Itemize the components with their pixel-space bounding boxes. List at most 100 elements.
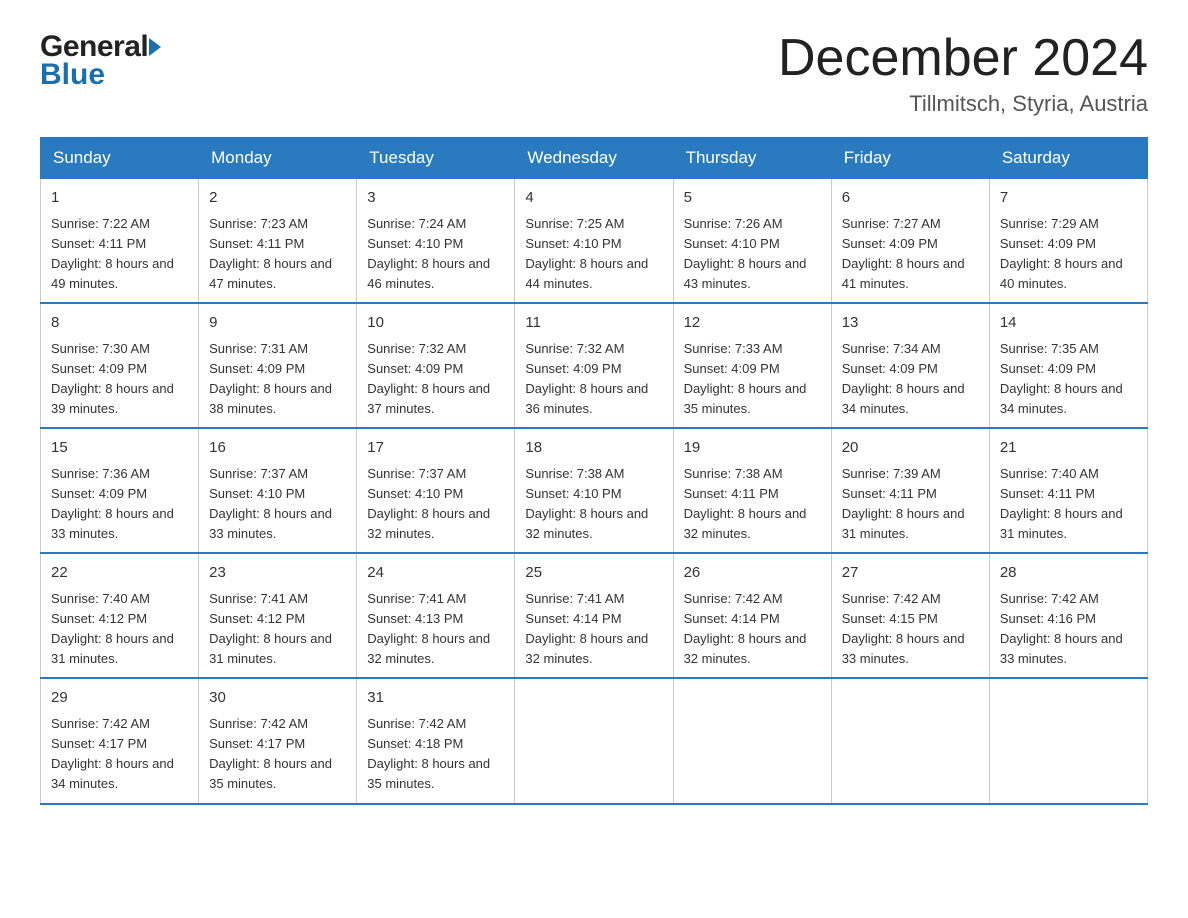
day-info: Sunrise: 7:41 AMSunset: 4:12 PMDaylight:… (209, 589, 346, 670)
day-info: Sunrise: 7:42 AMSunset: 4:14 PMDaylight:… (684, 589, 821, 670)
day-number: 6 (842, 187, 979, 210)
calendar-cell: 8 Sunrise: 7:30 AMSunset: 4:09 PMDaylight… (41, 303, 199, 428)
day-info: Sunrise: 7:24 AMSunset: 4:10 PMDaylight:… (367, 214, 504, 295)
day-info: Sunrise: 7:25 AMSunset: 4:10 PMDaylight:… (525, 214, 662, 295)
column-header-sunday: Sunday (41, 138, 199, 179)
day-number: 16 (209, 437, 346, 460)
day-info: Sunrise: 7:32 AMSunset: 4:09 PMDaylight:… (525, 339, 662, 420)
day-number: 28 (1000, 562, 1137, 585)
day-info: Sunrise: 7:23 AMSunset: 4:11 PMDaylight:… (209, 214, 346, 295)
calendar-cell: 2 Sunrise: 7:23 AMSunset: 4:11 PMDaylight… (199, 179, 357, 304)
day-number: 12 (684, 312, 821, 335)
calendar-cell: 23 Sunrise: 7:41 AMSunset: 4:12 PMDayligh… (199, 553, 357, 678)
day-info: Sunrise: 7:29 AMSunset: 4:09 PMDaylight:… (1000, 214, 1137, 295)
title-block: December 2024 Tillmitsch, Styria, Austri… (778, 30, 1148, 117)
calendar-cell: 29Sunrise: 7:42 AMSunset: 4:17 PMDayligh… (41, 678, 199, 803)
day-info: Sunrise: 7:38 AMSunset: 4:10 PMDaylight:… (525, 464, 662, 545)
day-info: Sunrise: 7:30 AMSunset: 4:09 PMDaylight:… (51, 339, 188, 420)
calendar-cell: 18 Sunrise: 7:38 AMSunset: 4:10 PMDayligh… (515, 428, 673, 553)
location-title: Tillmitsch, Styria, Austria (778, 91, 1148, 117)
calendar-cell: 12 Sunrise: 7:33 AMSunset: 4:09 PMDayligh… (673, 303, 831, 428)
calendar-cell (831, 678, 989, 803)
day-number: 9 (209, 312, 346, 335)
calendar-cell: 4 Sunrise: 7:25 AMSunset: 4:10 PMDaylight… (515, 179, 673, 304)
column-header-saturday: Saturday (989, 138, 1147, 179)
day-info: Sunrise: 7:38 AMSunset: 4:11 PMDaylight:… (684, 464, 821, 545)
day-info: Sunrise: 7:40 AMSunset: 4:12 PMDaylight:… (51, 589, 188, 670)
calendar-cell: 31 Sunrise: 7:42 AMSunset: 4:18 PMDayligh… (357, 678, 515, 803)
calendar-week-row: 1Sunrise: 7:22 AMSunset: 4:11 PMDaylight… (41, 179, 1148, 304)
calendar-cell: 7Sunrise: 7:29 AMSunset: 4:09 PMDaylight… (989, 179, 1147, 304)
calendar-week-row: 8 Sunrise: 7:30 AMSunset: 4:09 PMDaylight… (41, 303, 1148, 428)
day-number: 31 (367, 687, 504, 710)
day-info: Sunrise: 7:37 AMSunset: 4:10 PMDaylight:… (367, 464, 504, 545)
day-number: 21 (1000, 437, 1137, 460)
day-number: 17 (367, 437, 504, 460)
column-header-wednesday: Wednesday (515, 138, 673, 179)
calendar-cell: 30 Sunrise: 7:42 AMSunset: 4:17 PMDayligh… (199, 678, 357, 803)
day-info: Sunrise: 7:41 AMSunset: 4:13 PMDaylight:… (367, 589, 504, 670)
calendar-cell: 20Sunrise: 7:39 AMSunset: 4:11 PMDayligh… (831, 428, 989, 553)
calendar-header-row: SundayMondayTuesdayWednesdayThursdayFrid… (41, 138, 1148, 179)
day-number: 5 (684, 187, 821, 210)
day-info: Sunrise: 7:41 AMSunset: 4:14 PMDaylight:… (525, 589, 662, 670)
day-info: Sunrise: 7:42 AMSunset: 4:17 PMDaylight:… (51, 714, 188, 795)
day-number: 19 (684, 437, 821, 460)
day-info: Sunrise: 7:42 AMSunset: 4:17 PMDaylight:… (209, 714, 346, 795)
column-header-thursday: Thursday (673, 138, 831, 179)
calendar-week-row: 29Sunrise: 7:42 AMSunset: 4:17 PMDayligh… (41, 678, 1148, 803)
day-number: 10 (367, 312, 504, 335)
calendar-cell (515, 678, 673, 803)
calendar-cell: 24 Sunrise: 7:41 AMSunset: 4:13 PMDayligh… (357, 553, 515, 678)
day-number: 30 (209, 687, 346, 710)
day-info: Sunrise: 7:32 AMSunset: 4:09 PMDaylight:… (367, 339, 504, 420)
day-number: 18 (525, 437, 662, 460)
calendar-cell: 1Sunrise: 7:22 AMSunset: 4:11 PMDaylight… (41, 179, 199, 304)
calendar-cell (673, 678, 831, 803)
day-info: Sunrise: 7:33 AMSunset: 4:09 PMDaylight:… (684, 339, 821, 420)
day-number: 22 (51, 562, 188, 585)
day-info: Sunrise: 7:40 AMSunset: 4:11 PMDaylight:… (1000, 464, 1137, 545)
day-info: Sunrise: 7:34 AMSunset: 4:09 PMDaylight:… (842, 339, 979, 420)
calendar-cell: 15Sunrise: 7:36 AMSunset: 4:09 PMDayligh… (41, 428, 199, 553)
day-number: 24 (367, 562, 504, 585)
day-number: 13 (842, 312, 979, 335)
calendar-cell: 19 Sunrise: 7:38 AMSunset: 4:11 PMDayligh… (673, 428, 831, 553)
day-number: 11 (525, 312, 662, 335)
calendar-cell: 3 Sunrise: 7:24 AMSunset: 4:10 PMDaylight… (357, 179, 515, 304)
calendar-cell: 5 Sunrise: 7:26 AMSunset: 4:10 PMDaylight… (673, 179, 831, 304)
calendar-cell: 26 Sunrise: 7:42 AMSunset: 4:14 PMDayligh… (673, 553, 831, 678)
day-number: 1 (51, 187, 188, 210)
calendar-cell: 14 Sunrise: 7:35 AMSunset: 4:09 PMDayligh… (989, 303, 1147, 428)
calendar-cell: 27 Sunrise: 7:42 AMSunset: 4:15 PMDayligh… (831, 553, 989, 678)
day-info: Sunrise: 7:35 AMSunset: 4:09 PMDaylight:… (1000, 339, 1137, 420)
day-info: Sunrise: 7:39 AMSunset: 4:11 PMDaylight:… (842, 464, 979, 545)
day-number: 2 (209, 187, 346, 210)
day-number: 14 (1000, 312, 1137, 335)
calendar-cell: 25Sunrise: 7:41 AMSunset: 4:14 PMDayligh… (515, 553, 673, 678)
calendar-cell: 16 Sunrise: 7:37 AMSunset: 4:10 PMDayligh… (199, 428, 357, 553)
calendar-cell: 28 Sunrise: 7:42 AMSunset: 4:16 PMDayligh… (989, 553, 1147, 678)
calendar-cell: 10 Sunrise: 7:32 AMSunset: 4:09 PMDayligh… (357, 303, 515, 428)
day-number: 27 (842, 562, 979, 585)
calendar-cell: 9Sunrise: 7:31 AMSunset: 4:09 PMDaylight… (199, 303, 357, 428)
day-info: Sunrise: 7:42 AMSunset: 4:15 PMDaylight:… (842, 589, 979, 670)
day-number: 23 (209, 562, 346, 585)
day-number: 26 (684, 562, 821, 585)
page-header: General Blue December 2024 Tillmitsch, S… (40, 30, 1148, 117)
day-info: Sunrise: 7:36 AMSunset: 4:09 PMDaylight:… (51, 464, 188, 545)
column-header-tuesday: Tuesday (357, 138, 515, 179)
column-header-friday: Friday (831, 138, 989, 179)
day-info: Sunrise: 7:26 AMSunset: 4:10 PMDaylight:… (684, 214, 821, 295)
logo: General Blue (40, 30, 161, 92)
calendar-cell: 13 Sunrise: 7:34 AMSunset: 4:09 PMDayligh… (831, 303, 989, 428)
day-info: Sunrise: 7:37 AMSunset: 4:10 PMDaylight:… (209, 464, 346, 545)
day-number: 3 (367, 187, 504, 210)
day-number: 4 (525, 187, 662, 210)
day-info: Sunrise: 7:27 AMSunset: 4:09 PMDaylight:… (842, 214, 979, 295)
day-info: Sunrise: 7:42 AMSunset: 4:16 PMDaylight:… (1000, 589, 1137, 670)
calendar-cell: 17 Sunrise: 7:37 AMSunset: 4:10 PMDayligh… (357, 428, 515, 553)
day-info: Sunrise: 7:42 AMSunset: 4:18 PMDaylight:… (367, 714, 504, 795)
day-number: 8 (51, 312, 188, 335)
logo-line2: Blue (40, 58, 105, 92)
